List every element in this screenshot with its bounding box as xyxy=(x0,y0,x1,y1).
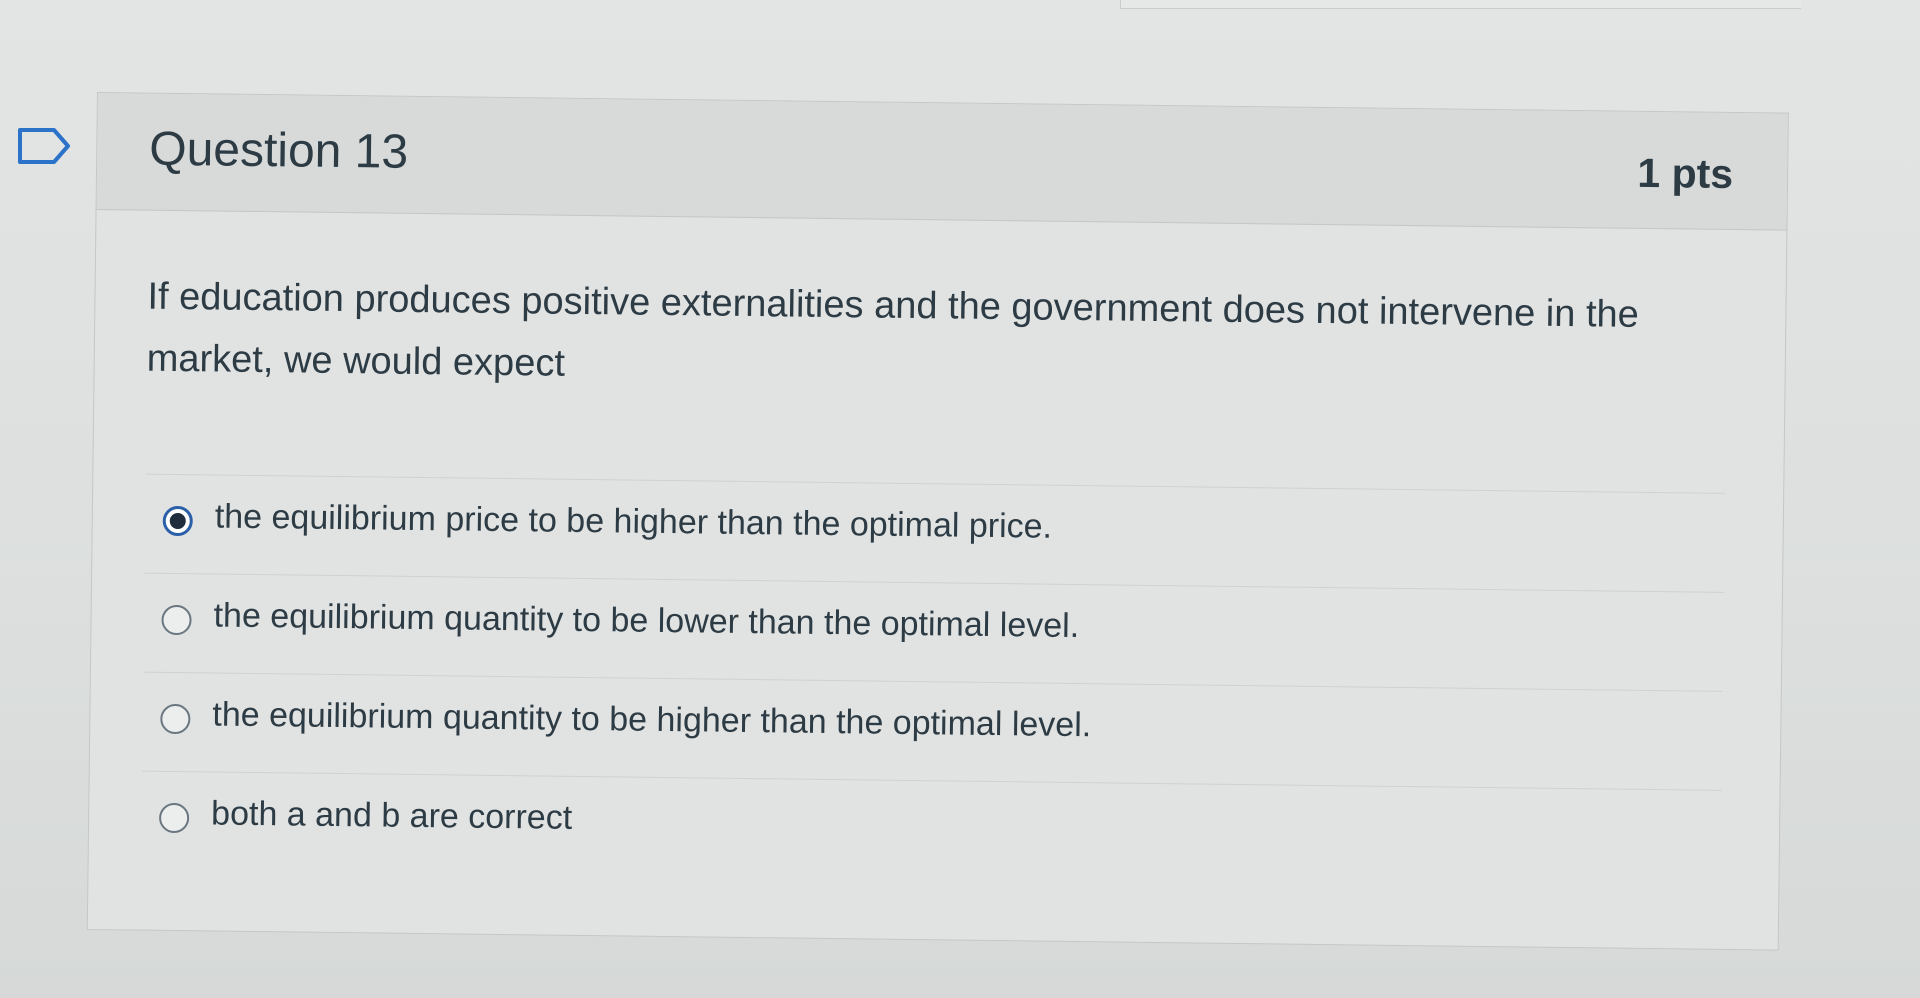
question-points: 1 pts xyxy=(1637,149,1734,197)
question-title: Question 13 xyxy=(148,122,409,179)
answer-option-c[interactable]: the equilibrium quantity to be higher th… xyxy=(141,671,1723,790)
answer-option-b[interactable]: the equilibrium quantity to be lower tha… xyxy=(142,572,1725,691)
answer-label[interactable]: the equilibrium price to be higher than … xyxy=(215,497,1053,546)
answer-list: the equilibrium price to be higher than … xyxy=(140,473,1726,889)
radio-unselected-icon[interactable] xyxy=(161,604,192,636)
answer-option-a[interactable]: the equilibrium price to be higher than … xyxy=(144,473,1726,592)
question-header: Question 13 1 pts xyxy=(96,93,1788,231)
top-strip-divider xyxy=(1120,0,1801,9)
answer-label[interactable]: both a and b are correct xyxy=(211,794,572,837)
question-text: If education produces positive externali… xyxy=(146,275,1640,385)
answer-label[interactable]: the equilibrium quantity to be higher th… xyxy=(212,695,1091,745)
radio-unselected-icon[interactable] xyxy=(158,802,190,834)
question-card: Question 13 1 pts If education produces … xyxy=(86,92,1789,951)
radio-unselected-icon[interactable] xyxy=(160,703,191,735)
radio-selected-icon[interactable] xyxy=(162,505,193,537)
flag-question-icon[interactable] xyxy=(16,126,72,166)
answer-option-d[interactable]: both a and b are correct xyxy=(140,770,1722,889)
answer-label[interactable]: the equilibrium quantity to be lower tha… xyxy=(213,596,1079,646)
